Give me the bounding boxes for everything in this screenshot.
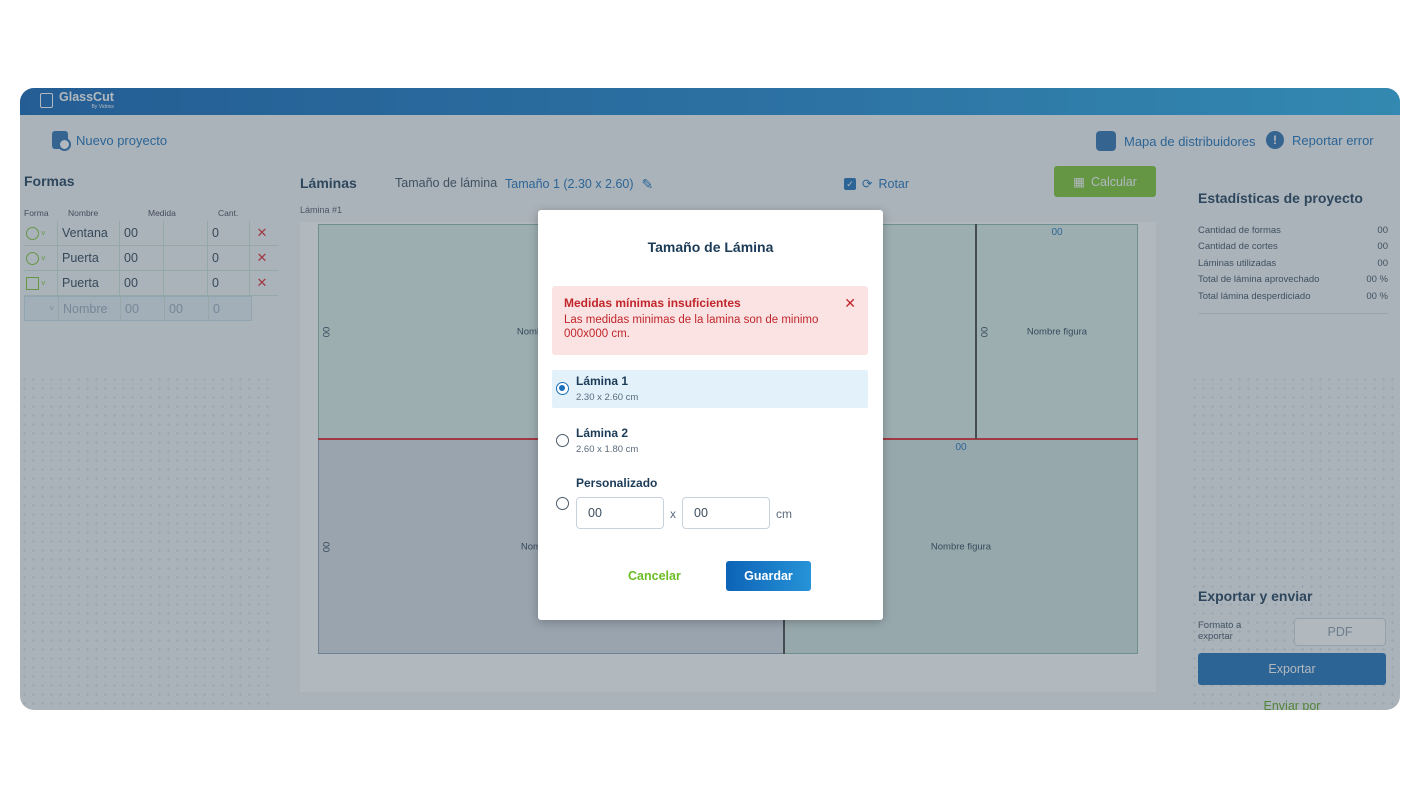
alert-message: Las medidas minimas de la lamina son de …	[564, 314, 819, 340]
option-label: Lámina 2	[576, 426, 629, 440]
radio-button[interactable]	[556, 382, 569, 395]
cancel-button[interactable]: Cancelar	[628, 569, 681, 583]
option-lamina-2[interactable]: Lámina 2 2.60 x 1.80 cm	[552, 422, 868, 460]
option-label: Lámina 1	[576, 374, 629, 388]
radio-button[interactable]	[556, 497, 569, 510]
error-alert: Medidas mínimas insuficientes Las medida…	[552, 286, 868, 355]
save-button[interactable]: Guardar	[726, 561, 811, 591]
dimension-separator: x	[670, 507, 676, 521]
custom-height-input[interactable]: 00	[682, 497, 770, 529]
option-size: 2.60 x 1.80 cm	[576, 444, 639, 455]
option-lamina-1[interactable]: Lámina 1 2.30 x 2.60 cm	[552, 370, 868, 408]
custom-width-input[interactable]: 00	[576, 497, 664, 529]
option-label: Personalizado	[576, 476, 658, 490]
sheet-size-modal: Tamaño de Lámina Medidas mínimas insufic…	[538, 210, 883, 620]
option-size: 2.30 x 2.60 cm	[576, 392, 639, 403]
close-icon[interactable]: ✕	[844, 295, 856, 312]
alert-title: Medidas mínimas insuficientes	[564, 296, 741, 310]
modal-title: Tamaño de Lámina	[647, 239, 774, 255]
radio-button[interactable]	[556, 434, 569, 447]
unit-label: cm	[776, 507, 792, 521]
app-window: GlassCut By Vidrios Nuevo proyecto Mapa …	[20, 88, 1400, 710]
